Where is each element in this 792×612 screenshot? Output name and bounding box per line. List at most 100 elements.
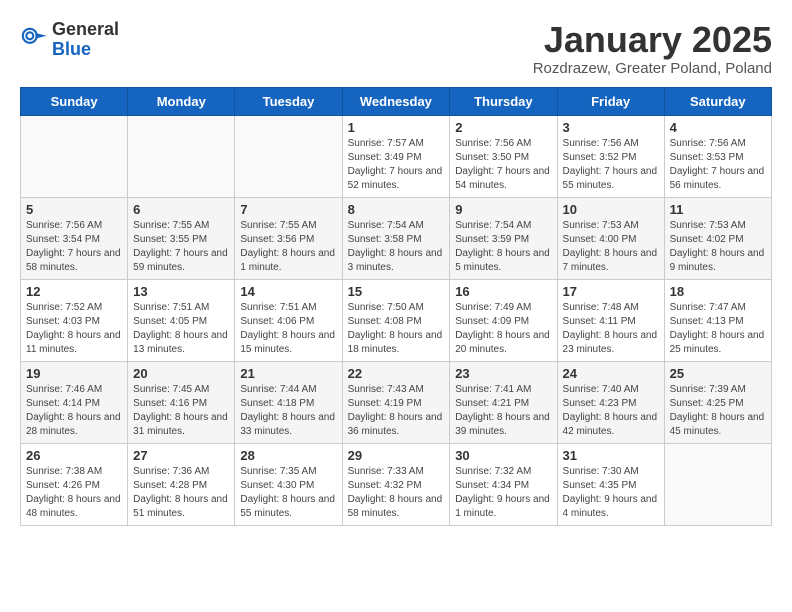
day-number: 16 <box>455 284 551 299</box>
calendar-day-25: 25Sunrise: 7:39 AM Sunset: 4:25 PM Dayli… <box>664 361 771 443</box>
day-number: 27 <box>133 448 229 463</box>
day-content: Sunrise: 7:46 AM Sunset: 4:14 PM Dayligh… <box>26 383 122 439</box>
day-content: Sunrise: 7:52 AM Sunset: 4:03 PM Dayligh… <box>26 301 122 357</box>
calendar-day-22: 22 Sunrise: 7:43 AM Sunset: 4:19 PM Dayli… <box>342 361 450 443</box>
day-number: 17 <box>563 284 659 299</box>
calendar-day-26: 26 Sunrise: 7:38 AM Sunset: 4:26 PM Dayli… <box>21 443 128 525</box>
day-content: Sunrise: 7:53 AM Sunset: 4:00 PM Dayligh… <box>563 219 659 275</box>
calendar-table: SundayMondayTuesdayWednesdayThursdayFrid… <box>20 87 772 526</box>
title-area: January 2025 Rozdrazew, Greater Poland, … <box>533 20 772 77</box>
calendar-day-17: 17Sunrise: 7:48 AM Sunset: 4:11 PM Dayli… <box>557 279 664 361</box>
day-number: 22 <box>348 366 445 381</box>
day-number: 26 <box>26 448 122 463</box>
day-content: Sunrise: 7:54 AM Sunset: 3:58 PM Dayligh… <box>348 219 445 275</box>
calendar-week-row: 5 Sunrise: 7:56 AM Sunset: 3:54 PM Daylig… <box>21 197 772 279</box>
day-content: Sunrise: 7:43 AM Sunset: 4:19 PM Dayligh… <box>348 383 445 439</box>
day-content: Sunrise: 7:41 AM Sunset: 4:21 PM Dayligh… <box>455 383 551 439</box>
day-content: Sunrise: 7:38 AM Sunset: 4:26 PM Dayligh… <box>26 465 122 521</box>
day-number: 9 <box>455 202 551 217</box>
weekday-header-tuesday: Tuesday <box>235 87 342 115</box>
calendar-day-18: 18 Sunrise: 7:47 AM Sunset: 4:13 PM Dayli… <box>664 279 771 361</box>
calendar-day-7: 7Sunrise: 7:55 AM Sunset: 3:56 PM Daylig… <box>235 197 342 279</box>
day-content: Sunrise: 7:57 AM Sunset: 3:49 PM Dayligh… <box>348 137 445 193</box>
calendar-day-29: 29 Sunrise: 7:33 AM Sunset: 4:32 PM Dayli… <box>342 443 450 525</box>
day-number: 31 <box>563 448 659 463</box>
calendar-empty-cell <box>128 115 235 197</box>
logo-icon <box>20 26 48 54</box>
day-number: 20 <box>133 366 229 381</box>
calendar-day-24: 24Sunrise: 7:40 AM Sunset: 4:23 PM Dayli… <box>557 361 664 443</box>
day-number: 1 <box>348 120 445 135</box>
day-content: Sunrise: 7:45 AM Sunset: 4:16 PM Dayligh… <box>133 383 229 439</box>
weekday-header-sunday: Sunday <box>21 87 128 115</box>
calendar-day-15: 15Sunrise: 7:50 AM Sunset: 4:08 PM Dayli… <box>342 279 450 361</box>
day-number: 3 <box>563 120 659 135</box>
weekday-header-row: SundayMondayTuesdayWednesdayThursdayFrid… <box>21 87 772 115</box>
day-number: 4 <box>670 120 766 135</box>
logo-general-text: General <box>52 20 119 40</box>
calendar-day-2: 2Sunrise: 7:56 AM Sunset: 3:50 PM Daylig… <box>450 115 557 197</box>
day-number: 23 <box>455 366 551 381</box>
calendar-day-11: 11 Sunrise: 7:53 AM Sunset: 4:02 PM Dayli… <box>664 197 771 279</box>
day-number: 25 <box>670 366 766 381</box>
day-content: Sunrise: 7:56 AM Sunset: 3:52 PM Dayligh… <box>563 137 659 193</box>
calendar-day-23: 23 Sunrise: 7:41 AM Sunset: 4:21 PM Dayli… <box>450 361 557 443</box>
weekday-header-monday: Monday <box>128 87 235 115</box>
day-number: 15 <box>348 284 445 299</box>
weekday-header-thursday: Thursday <box>450 87 557 115</box>
day-content: Sunrise: 7:33 AM Sunset: 4:32 PM Dayligh… <box>348 465 445 521</box>
calendar-day-3: 3 Sunrise: 7:56 AM Sunset: 3:52 PM Daylig… <box>557 115 664 197</box>
day-content: Sunrise: 7:47 AM Sunset: 4:13 PM Dayligh… <box>670 301 766 357</box>
calendar-day-31: 31 Sunrise: 7:30 AM Sunset: 4:35 PM Dayli… <box>557 443 664 525</box>
calendar-day-5: 5 Sunrise: 7:56 AM Sunset: 3:54 PM Daylig… <box>21 197 128 279</box>
calendar-empty-cell <box>235 115 342 197</box>
day-number: 18 <box>670 284 766 299</box>
day-number: 8 <box>348 202 445 217</box>
day-content: Sunrise: 7:56 AM Sunset: 3:50 PM Dayligh… <box>455 137 551 193</box>
calendar-week-row: 1 Sunrise: 7:57 AM Sunset: 3:49 PM Daylig… <box>21 115 772 197</box>
day-content: Sunrise: 7:53 AM Sunset: 4:02 PM Dayligh… <box>670 219 766 275</box>
page-header: General Blue January 2025 Rozdrazew, Gre… <box>20 20 772 77</box>
calendar-day-28: 28 Sunrise: 7:35 AM Sunset: 4:30 PM Dayli… <box>235 443 342 525</box>
calendar-day-1: 1 Sunrise: 7:57 AM Sunset: 3:49 PM Daylig… <box>342 115 450 197</box>
day-number: 11 <box>670 202 766 217</box>
day-content: Sunrise: 7:32 AM Sunset: 4:34 PM Dayligh… <box>455 465 551 521</box>
calendar-day-8: 8 Sunrise: 7:54 AM Sunset: 3:58 PM Daylig… <box>342 197 450 279</box>
day-content: Sunrise: 7:44 AM Sunset: 4:18 PM Dayligh… <box>240 383 336 439</box>
day-number: 5 <box>26 202 122 217</box>
day-number: 28 <box>240 448 336 463</box>
calendar-day-10: 10Sunrise: 7:53 AM Sunset: 4:00 PM Dayli… <box>557 197 664 279</box>
day-content: Sunrise: 7:54 AM Sunset: 3:59 PM Dayligh… <box>455 219 551 275</box>
day-content: Sunrise: 7:56 AM Sunset: 3:54 PM Dayligh… <box>26 219 122 275</box>
day-number: 24 <box>563 366 659 381</box>
calendar-week-row: 12 Sunrise: 7:52 AM Sunset: 4:03 PM Dayli… <box>21 279 772 361</box>
month-title: January 2025 <box>533 20 772 60</box>
calendar-day-21: 21 Sunrise: 7:44 AM Sunset: 4:18 PM Dayli… <box>235 361 342 443</box>
day-content: Sunrise: 7:56 AM Sunset: 3:53 PM Dayligh… <box>670 137 766 193</box>
calendar-week-row: 26 Sunrise: 7:38 AM Sunset: 4:26 PM Dayli… <box>21 443 772 525</box>
calendar-day-16: 16 Sunrise: 7:49 AM Sunset: 4:09 PM Dayli… <box>450 279 557 361</box>
calendar-day-30: 30Sunrise: 7:32 AM Sunset: 4:34 PM Dayli… <box>450 443 557 525</box>
weekday-header-friday: Friday <box>557 87 664 115</box>
weekday-header-wednesday: Wednesday <box>342 87 450 115</box>
day-content: Sunrise: 7:55 AM Sunset: 3:56 PM Dayligh… <box>240 219 336 275</box>
calendar-empty-cell <box>664 443 771 525</box>
day-content: Sunrise: 7:51 AM Sunset: 4:06 PM Dayligh… <box>240 301 336 357</box>
calendar-day-13: 13Sunrise: 7:51 AM Sunset: 4:05 PM Dayli… <box>128 279 235 361</box>
day-number: 29 <box>348 448 445 463</box>
day-content: Sunrise: 7:49 AM Sunset: 4:09 PM Dayligh… <box>455 301 551 357</box>
weekday-header-saturday: Saturday <box>664 87 771 115</box>
logo-blue-text: Blue <box>52 40 119 60</box>
day-content: Sunrise: 7:35 AM Sunset: 4:30 PM Dayligh… <box>240 465 336 521</box>
location-text: Rozdrazew, Greater Poland, Poland <box>533 60 772 77</box>
calendar-day-27: 27Sunrise: 7:36 AM Sunset: 4:28 PM Dayli… <box>128 443 235 525</box>
day-number: 21 <box>240 366 336 381</box>
calendar-empty-cell <box>21 115 128 197</box>
day-number: 19 <box>26 366 122 381</box>
day-content: Sunrise: 7:30 AM Sunset: 4:35 PM Dayligh… <box>563 465 659 521</box>
day-content: Sunrise: 7:55 AM Sunset: 3:55 PM Dayligh… <box>133 219 229 275</box>
logo: General Blue <box>20 20 119 60</box>
calendar-day-6: 6Sunrise: 7:55 AM Sunset: 3:55 PM Daylig… <box>128 197 235 279</box>
day-number: 12 <box>26 284 122 299</box>
calendar-week-row: 19 Sunrise: 7:46 AM Sunset: 4:14 PM Dayli… <box>21 361 772 443</box>
